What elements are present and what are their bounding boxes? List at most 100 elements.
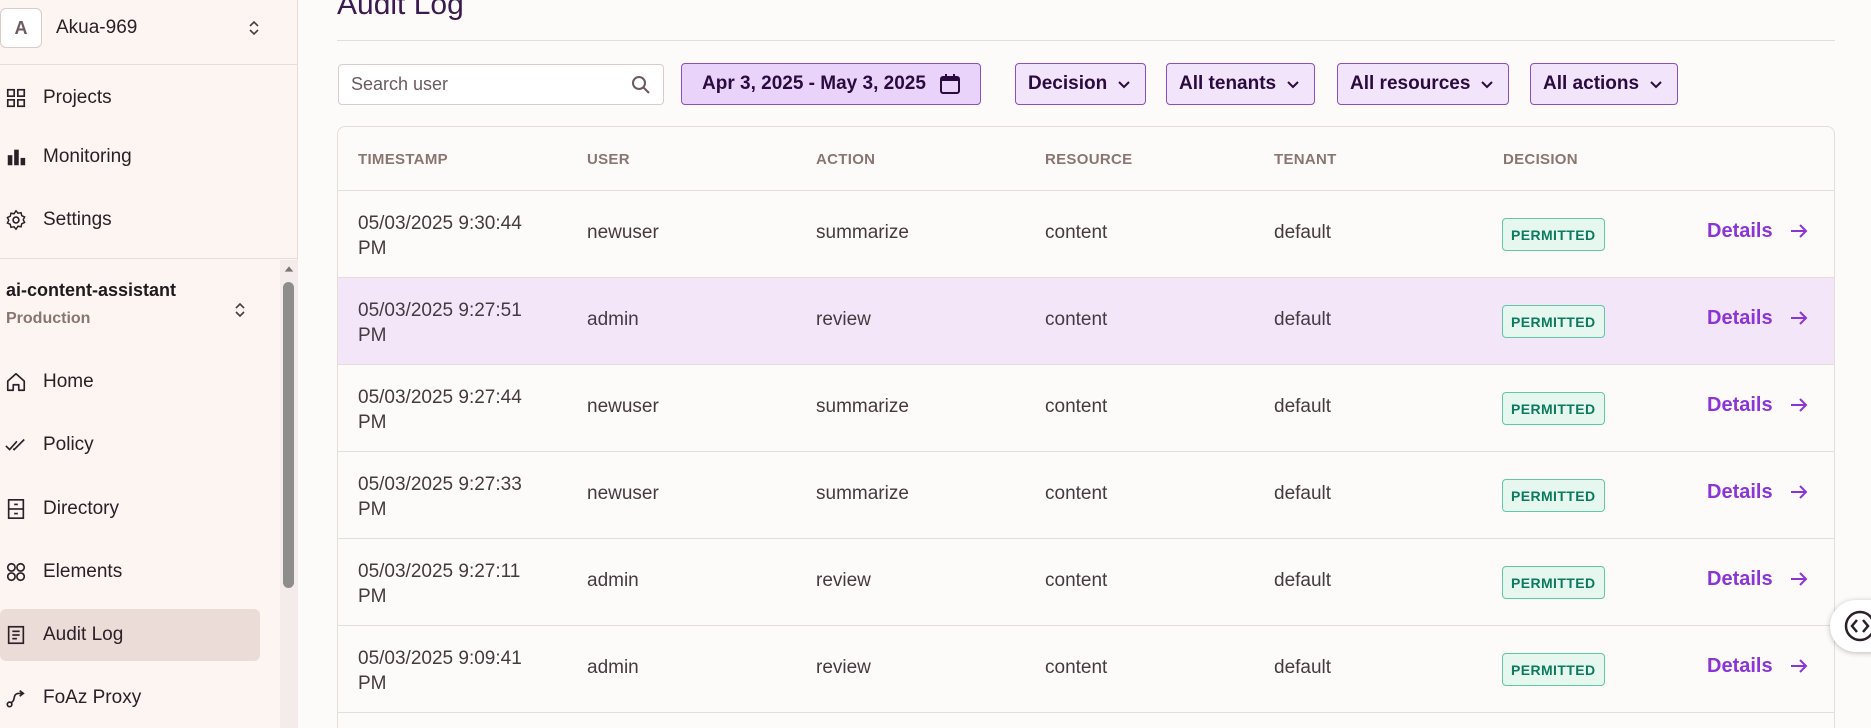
scroll-up-icon[interactable]: [282, 262, 296, 276]
user-cell: admin: [587, 570, 639, 591]
divider: [337, 40, 1835, 41]
action-cell: review: [816, 657, 871, 678]
code-brackets-icon: [1844, 610, 1871, 642]
user-cell: newuser: [587, 396, 659, 417]
search-icon[interactable]: [629, 73, 653, 97]
tenant-cell: default: [1274, 222, 1332, 243]
action-cell: review: [816, 309, 871, 330]
date-range-label: Apr 3, 2025 - May 3, 2025: [702, 73, 926, 94]
decision-filter[interactable]: Decision: [1015, 63, 1147, 105]
arrow-right-icon: [1790, 224, 1808, 238]
page-title: Audit Log: [337, 0, 464, 21]
timestamp-cell: 05/03/2025 9:27:44 PM: [358, 387, 522, 433]
details-label: Details: [1707, 567, 1773, 590]
nav-label: Settings: [43, 209, 112, 230]
resource-cell: content: [1045, 222, 1108, 243]
resource-cell: content: [1045, 309, 1108, 330]
calendar-icon: [939, 74, 960, 94]
project-environment: Production: [6, 310, 91, 327]
search-user-field[interactable]: [338, 64, 664, 105]
nav-label: Directory: [43, 498, 120, 519]
tenant-cell: default: [1274, 570, 1332, 591]
arrow-right-icon: [1790, 398, 1808, 412]
decision-badge: PERMITTED: [1502, 305, 1605, 338]
details-link[interactable]: Details: [1707, 480, 1811, 504]
column-header-action: ACTION: [816, 151, 876, 168]
details-link[interactable]: Details: [1707, 219, 1811, 243]
chevron-down-icon: [1481, 81, 1494, 89]
home-icon: [4, 370, 28, 394]
arrow-right-icon: [1790, 572, 1808, 586]
document-icon: [4, 623, 28, 647]
column-header-resource: RESOURCE: [1045, 151, 1133, 168]
resource-cell: content: [1045, 483, 1108, 504]
column-header-user: USER: [587, 151, 630, 168]
decision-filter-label: Decision: [1028, 73, 1108, 94]
nav-item-foaz-proxy[interactable]: FoAz Proxy: [0, 672, 260, 724]
arrow-right-icon: [1790, 659, 1808, 673]
timestamp-cell: 05/03/2025 9:27:33 PM: [358, 474, 522, 520]
decision-badge: PERMITTED: [1502, 392, 1605, 425]
cabinet-icon: [4, 497, 28, 521]
timestamp-cell: 05/03/2025 9:09:41 PM: [358, 648, 522, 694]
tenant-cell: default: [1274, 396, 1332, 417]
column-header-tenant: TENANT: [1274, 151, 1337, 168]
org-avatar: A: [0, 8, 42, 48]
chevron-down-icon: [1118, 81, 1130, 89]
search-input[interactable]: [351, 74, 629, 95]
sidebar: A Akua-969 Projects Monitoring Settings …: [0, 0, 298, 728]
details-label: Details: [1707, 219, 1773, 242]
arrow-right-icon: [1790, 485, 1808, 499]
org-switcher[interactable]: A Akua-969: [0, 8, 280, 48]
table-row[interactable]: 05/03/2025 9:27:44 PM newuser summarize c…: [338, 365, 1834, 452]
arrow-right-icon: [1790, 311, 1808, 325]
nav-item-audit-log[interactable]: Audit Log: [0, 609, 260, 661]
chevron-down-icon: [1287, 81, 1299, 89]
project-name: ai-content-assistant: [6, 280, 177, 300]
actions-filter-label: All actions: [1543, 73, 1640, 94]
main-content: Audit Log Apr 3, 2025 - May 3, 2025 Deci…: [298, 0, 1871, 728]
details-label: Details: [1707, 654, 1773, 677]
nav-item-home[interactable]: Home: [0, 356, 260, 408]
resource-cell: content: [1045, 570, 1108, 591]
user-cell: admin: [587, 309, 639, 330]
action-cell: summarize: [816, 483, 909, 504]
nav-item-directory[interactable]: Directory: [0, 483, 260, 535]
table-row[interactable]: 05/03/2025 9:27:33 PM newuser summarize c…: [338, 452, 1834, 539]
user-cell: newuser: [587, 483, 659, 504]
tenants-filter[interactable]: All tenants: [1166, 63, 1316, 105]
org-name: Akua-969: [56, 17, 138, 38]
chevron-down-icon: [1650, 81, 1662, 89]
tenant-cell: default: [1274, 657, 1332, 678]
double-check-icon: [4, 433, 28, 457]
gear-icon: [4, 208, 28, 232]
nav-item-elements[interactable]: Elements: [0, 546, 260, 598]
nav-item-projects[interactable]: Projects: [0, 72, 260, 124]
project-switcher[interactable]: ai-content-assistant Production: [6, 280, 256, 336]
resources-filter[interactable]: All resources: [1337, 63, 1510, 105]
table-row[interactable]: 05/03/2025 9:09:41 PM admin review conten…: [338, 626, 1834, 713]
nav-item-policy[interactable]: Policy: [0, 419, 260, 471]
user-cell: newuser: [587, 222, 659, 243]
table-row[interactable]: 05/03/2025 9:27:51 PM admin review conten…: [338, 278, 1834, 365]
nav-label: Home: [43, 371, 94, 392]
actions-filter[interactable]: All actions: [1530, 63, 1679, 105]
table-header: TIMESTAMP USER ACTION RESOURCE TENANT DE…: [338, 127, 1834, 191]
details-link[interactable]: Details: [1707, 567, 1811, 591]
date-range-filter[interactable]: Apr 3, 2025 - May 3, 2025: [681, 63, 981, 105]
nav-label: FoAz Proxy: [43, 687, 142, 708]
resource-cell: content: [1045, 657, 1108, 678]
details-link[interactable]: Details: [1707, 654, 1811, 678]
bar-chart-icon: [4, 145, 28, 169]
details-link[interactable]: Details: [1707, 393, 1811, 417]
chevron-up-down-icon: [249, 20, 259, 36]
nav-item-settings[interactable]: Settings: [0, 194, 260, 246]
table-row[interactable]: 05/03/2025 9:27:11 PM admin review conten…: [338, 539, 1834, 626]
proxy-icon: [4, 686, 28, 710]
details-label: Details: [1707, 393, 1773, 416]
nav-item-monitoring[interactable]: Monitoring: [0, 131, 260, 183]
resources-filter-label: All resources: [1350, 73, 1471, 94]
scrollbar-thumb[interactable]: [283, 282, 294, 588]
table-row[interactable]: 05/03/2025 9:30:44 PM newuser summarize c…: [338, 191, 1834, 278]
details-link[interactable]: Details: [1707, 306, 1811, 330]
